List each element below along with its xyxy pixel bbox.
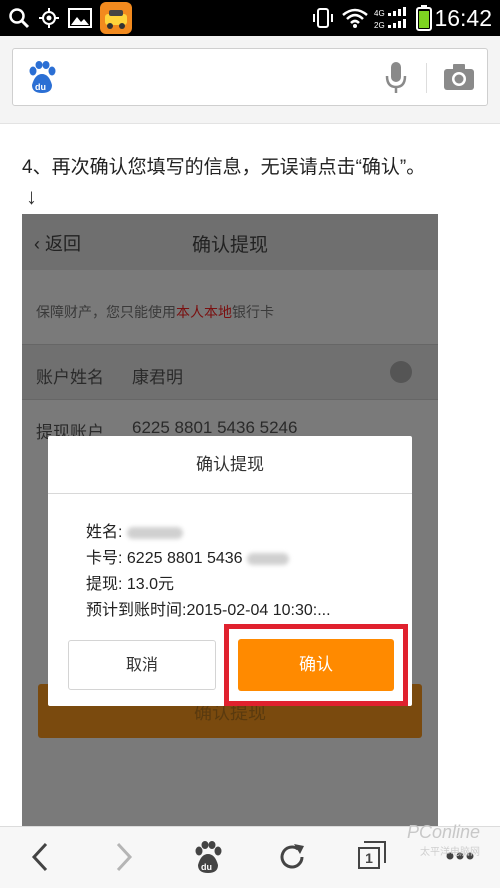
cancel-button[interactable]: 取消 [68, 640, 216, 690]
back-icon[interactable] [28, 841, 52, 873]
embedded-title: 确认提现 [191, 235, 268, 256]
dialog-amount-line: 提现: 13.0元 [86, 576, 175, 593]
wifi-icon [342, 8, 368, 28]
status-bar: 4G 2G 16:42 [0, 0, 500, 36]
dialog-card-line: 卡号: 6225 8801 5436 [86, 544, 290, 568]
clock: 16:42 [434, 5, 492, 31]
battery-icon [416, 5, 432, 31]
account-name-row: 账户姓名 康君明 [22, 344, 438, 400]
svg-text:du: du [201, 862, 212, 872]
svg-text:du: du [35, 82, 46, 92]
mic-icon[interactable] [385, 61, 407, 95]
baidu-du-icon[interactable]: du [27, 61, 57, 95]
dialog-title: 确认提现 [48, 436, 412, 494]
dialog-eta-line: 预计到账时间:2015-02-04 10:30:... [86, 602, 331, 619]
dialog-name-line: 姓名: [86, 518, 183, 542]
refresh-icon[interactable] [276, 841, 308, 873]
confirm-withdraw-dialog: 确认提现 姓名: 卡号: 6225 8801 5436 提现: 13.0元 预计… [48, 436, 412, 706]
search-divider [426, 63, 427, 93]
forward-icon[interactable] [112, 841, 136, 873]
camera-icon[interactable] [443, 63, 475, 91]
account-name-value: 康君明 [132, 368, 183, 387]
down-arrow-glyph: ↓ [26, 184, 37, 209]
baidu-home-icon[interactable]: du [192, 841, 224, 875]
vibrate-icon [313, 8, 333, 28]
confirm-button[interactable]: 确认 [238, 639, 394, 691]
blurred-name [126, 526, 183, 539]
tab-count: 1 [358, 847, 380, 869]
embedded-header: ‹ 返回 确认提现 [22, 214, 438, 270]
highlight-frame: 确认 [224, 624, 408, 706]
search-input[interactable]: du [12, 48, 488, 106]
browser-search-area: du [0, 36, 500, 124]
info-icon [390, 361, 412, 383]
svg-text:4G: 4G [374, 9, 385, 18]
taxi-app-icon [100, 2, 132, 34]
watermark: PConline 太平洋电脑网 [406, 822, 480, 858]
blurred-card-digits [247, 552, 290, 565]
image-icon [68, 8, 92, 28]
gps-icon [39, 8, 59, 28]
signal-4g-2g-icon: 4G 2G [374, 7, 406, 30]
svg-text:2G: 2G [374, 21, 385, 30]
step-instruction: 4、再次确认您填写的信息，无误请点击“确认”。 [22, 157, 426, 178]
embedded-notice: 保障财产，您只能使用本人本地银行卡 [36, 304, 274, 320]
search-icon [9, 8, 30, 29]
account-name-label: 账户姓名 [36, 368, 104, 387]
tabs-icon[interactable]: 1 [358, 841, 388, 871]
withdraw-account-value: 6225 8801 5436 5246 [132, 418, 298, 437]
